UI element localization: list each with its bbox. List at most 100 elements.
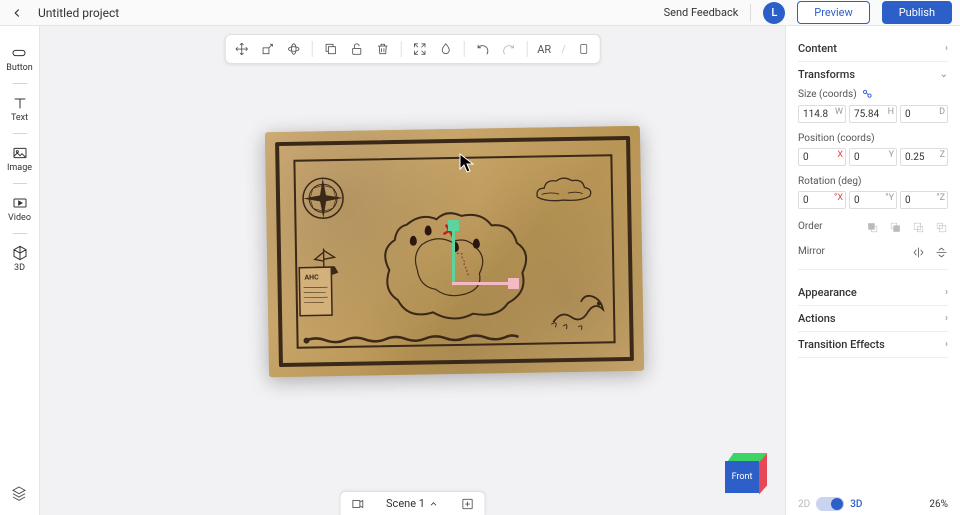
tool-image-label: Image bbox=[7, 163, 32, 173]
rotation-label: Rotation (deg) bbox=[798, 176, 861, 187]
tool-text-label: Text bbox=[11, 113, 28, 123]
position-group: Position (coords) X Y Z bbox=[798, 133, 948, 166]
bring-forward-icon[interactable] bbox=[866, 221, 879, 234]
separator bbox=[13, 133, 27, 134]
size-label: Size (coords) bbox=[798, 89, 857, 100]
chevron-right-icon: › bbox=[945, 287, 948, 298]
bring-front-icon[interactable] bbox=[889, 221, 902, 234]
rotate-icon[interactable] bbox=[285, 41, 301, 57]
scene-preview-icon[interactable] bbox=[350, 497, 364, 511]
panel-bottom-bar: 2D 3D 26% bbox=[786, 497, 960, 511]
scene-bar: Scene 1 bbox=[339, 491, 486, 515]
layers-button[interactable] bbox=[11, 485, 27, 505]
section-content[interactable]: Content › bbox=[798, 36, 948, 62]
rotation-group: Rotation (deg) °X °Y °Z bbox=[798, 176, 948, 209]
cube-icon bbox=[11, 244, 29, 262]
send-back-icon[interactable] bbox=[935, 221, 948, 234]
tool-image[interactable]: Image bbox=[7, 144, 32, 173]
duplicate-icon[interactable] bbox=[322, 41, 338, 57]
tool-text[interactable]: Text bbox=[11, 94, 29, 123]
project-title[interactable]: Untitled project bbox=[38, 6, 119, 20]
tool-3d-label: 3D bbox=[14, 263, 25, 273]
section-appearance-title: Appearance bbox=[798, 286, 857, 299]
mirror-v-icon[interactable] bbox=[935, 246, 948, 259]
text-icon bbox=[11, 94, 29, 112]
scene-label-text: Scene 1 bbox=[386, 497, 425, 510]
map-scroll-icon: AHC bbox=[295, 261, 336, 322]
position-label: Position (coords) bbox=[798, 133, 875, 144]
mirror-h-icon[interactable] bbox=[912, 246, 925, 259]
label-2d: 2D bbox=[798, 499, 810, 510]
separator bbox=[311, 41, 312, 57]
tool-video-label: Video bbox=[8, 213, 31, 223]
send-feedback-link[interactable]: Send Feedback bbox=[664, 6, 739, 19]
label-3d: 3D bbox=[850, 499, 862, 510]
tool-button[interactable]: Button bbox=[6, 44, 32, 73]
section-actions-title: Actions bbox=[798, 312, 836, 325]
view-cube[interactable]: Front bbox=[721, 451, 765, 495]
order-group: Order bbox=[798, 219, 948, 234]
separator bbox=[13, 83, 27, 84]
order-label: Order bbox=[798, 221, 823, 232]
separator bbox=[13, 183, 27, 184]
separator: / bbox=[561, 43, 566, 56]
section-content-title: Content bbox=[798, 42, 837, 55]
size-group: Size (coords) ⚯ W H D bbox=[798, 87, 948, 123]
preview-button[interactable]: Preview bbox=[797, 1, 869, 24]
chevron-down-icon: ⌄ bbox=[940, 69, 948, 80]
header-right: Send Feedback L Preview Publish bbox=[664, 1, 952, 24]
back-button[interactable] bbox=[8, 4, 26, 22]
view-cube-front-label: Front bbox=[725, 461, 759, 493]
separator bbox=[463, 41, 464, 57]
chevron-right-icon: › bbox=[945, 313, 948, 324]
header: Untitled project Send Feedback L Preview… bbox=[0, 0, 960, 26]
lock-icon[interactable] bbox=[348, 41, 364, 57]
left-sidebar: Button Text Image Video 3D bbox=[0, 26, 40, 515]
user-avatar[interactable]: L bbox=[763, 2, 785, 24]
mirror-group: Mirror bbox=[798, 244, 948, 270]
properties-panel: Content › Transforms ⌄ Size (coords) ⚯ W… bbox=[785, 26, 960, 515]
object-toolbar: AR / bbox=[224, 34, 601, 64]
undo-icon[interactable] bbox=[474, 41, 490, 57]
move-icon[interactable] bbox=[233, 41, 249, 57]
scale-icon[interactable] bbox=[259, 41, 275, 57]
scene-selector[interactable]: Scene 1 bbox=[386, 497, 439, 510]
map-serpent-icon bbox=[543, 281, 614, 337]
video-icon bbox=[11, 194, 29, 212]
image-icon bbox=[11, 144, 29, 162]
publish-button[interactable]: Publish bbox=[882, 1, 952, 24]
button-icon bbox=[10, 44, 28, 62]
toggle-switch[interactable] bbox=[816, 497, 844, 511]
section-actions[interactable]: Actions › bbox=[798, 306, 948, 332]
canvas[interactable]: AR / ✕ AHC Fro bbox=[40, 26, 785, 515]
device-icon[interactable] bbox=[576, 41, 592, 57]
section-transition[interactable]: Transition Effects › bbox=[798, 332, 948, 358]
header-left: Untitled project bbox=[8, 4, 119, 22]
ar-button[interactable]: AR bbox=[537, 43, 551, 56]
selected-object-map[interactable]: ✕ AHC bbox=[265, 126, 644, 378]
size-label-row: Size (coords) ⚯ bbox=[798, 87, 948, 101]
delete-icon[interactable] bbox=[374, 41, 390, 57]
redo-icon[interactable] bbox=[500, 41, 516, 57]
section-transforms-title: Transforms bbox=[798, 68, 855, 81]
link-icon[interactable]: ⚯ bbox=[858, 85, 875, 102]
chevron-up-icon bbox=[429, 499, 439, 509]
tool-button-label: Button bbox=[6, 63, 32, 73]
separator bbox=[526, 41, 527, 57]
zoom-level[interactable]: 26% bbox=[929, 499, 948, 510]
map-compass-icon bbox=[298, 173, 349, 224]
chevron-right-icon: › bbox=[945, 43, 948, 54]
svg-text:AHC: AHC bbox=[304, 273, 319, 281]
section-transition-title: Transition Effects bbox=[798, 338, 885, 351]
tool-video[interactable]: Video bbox=[8, 194, 31, 223]
send-backward-icon[interactable] bbox=[912, 221, 925, 234]
tool-3d[interactable]: 3D bbox=[11, 244, 29, 273]
fit-icon[interactable] bbox=[411, 41, 427, 57]
mirror-label: Mirror bbox=[798, 246, 825, 257]
drop-icon[interactable] bbox=[437, 41, 453, 57]
section-transforms[interactable]: Transforms ⌄ bbox=[798, 62, 948, 81]
add-scene-button[interactable] bbox=[461, 497, 475, 511]
separator bbox=[13, 233, 27, 234]
section-appearance[interactable]: Appearance › bbox=[798, 280, 948, 306]
view-mode-toggle[interactable]: 2D 3D bbox=[798, 497, 862, 511]
